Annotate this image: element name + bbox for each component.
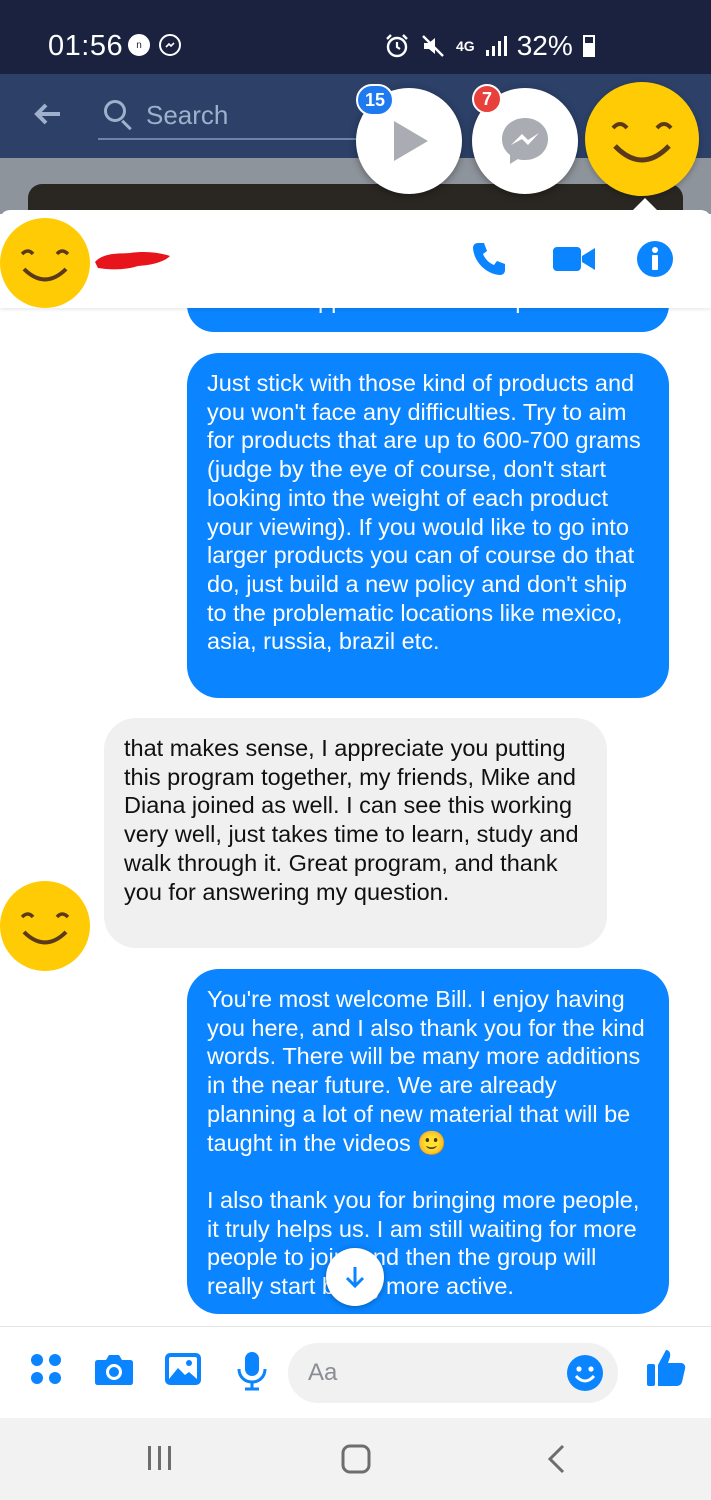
- smiley-avatar-icon: [20, 249, 70, 282]
- message-field[interactable]: [288, 1343, 618, 1403]
- apps-icon[interactable]: [28, 1351, 64, 1392]
- signal-icon: [485, 36, 507, 56]
- message-input[interactable]: [308, 1359, 568, 1387]
- search-input[interactable]: [146, 100, 386, 131]
- info-icon[interactable]: [636, 240, 674, 283]
- redacted-contact-name: [95, 252, 170, 270]
- back-icon[interactable]: [545, 1444, 567, 1479]
- search-bar[interactable]: [98, 98, 398, 140]
- messenger-icon: [502, 118, 548, 164]
- status-time: 01:56: [48, 30, 124, 62]
- messenger-badge: 7: [472, 84, 502, 114]
- message-bubble-outgoing: another supplier that does ship to Brazi…: [187, 308, 669, 332]
- messenger-notification-icon: [159, 34, 181, 56]
- network-label: 4G: [456, 38, 475, 54]
- sender-avatar[interactable]: [0, 881, 90, 971]
- status-notification-icons: n: [128, 34, 181, 56]
- message-thread[interactable]: another supplier that does ship to Brazi…: [0, 308, 711, 1326]
- thumbs-up-icon[interactable]: [645, 1347, 687, 1394]
- chat-head-pointer: [633, 198, 657, 210]
- contact-chat-head[interactable]: [585, 82, 699, 196]
- status-bar: 01:56 n 4G 32%: [0, 0, 711, 74]
- system-navigation-bar: [0, 1418, 711, 1500]
- status-right-icons: 4G 32%: [384, 30, 595, 62]
- message-composer: [0, 1326, 711, 1418]
- recents-icon[interactable]: [146, 1444, 174, 1477]
- arrow-down-icon: [345, 1267, 365, 1289]
- message-bubble-outgoing: Just stick with those kind of products a…: [187, 353, 669, 698]
- video-camera-icon[interactable]: [552, 240, 596, 283]
- message-bubble-outgoing: You're most welcome Bill. I enjoy having…: [187, 969, 669, 1314]
- camera-icon[interactable]: [94, 1351, 134, 1392]
- video-badge: 15: [356, 84, 394, 116]
- smiley-avatar-icon: [611, 122, 673, 163]
- message-bubble-incoming: that makes sense, I appreciate you putti…: [104, 718, 607, 948]
- home-icon[interactable]: [341, 1444, 371, 1479]
- scroll-to-bottom-button[interactable]: [326, 1248, 384, 1306]
- phone-icon[interactable]: [470, 240, 508, 283]
- play-icon: [394, 121, 428, 161]
- alarm-icon: [386, 34, 408, 58]
- smiley-avatar-icon: [20, 912, 70, 945]
- back-arrow-icon[interactable]: [32, 98, 64, 139]
- notification-icon: n: [128, 34, 150, 56]
- mute-icon: [422, 35, 444, 57]
- battery-percent: 32%: [516, 30, 573, 61]
- chat-header: [0, 210, 711, 308]
- search-icon: [104, 100, 126, 122]
- contact-avatar[interactable]: [0, 218, 90, 308]
- microphone-icon[interactable]: [236, 1351, 268, 1396]
- battery-icon: [582, 35, 595, 57]
- gallery-icon[interactable]: [164, 1351, 202, 1392]
- emoji-icon[interactable]: [566, 1354, 604, 1397]
